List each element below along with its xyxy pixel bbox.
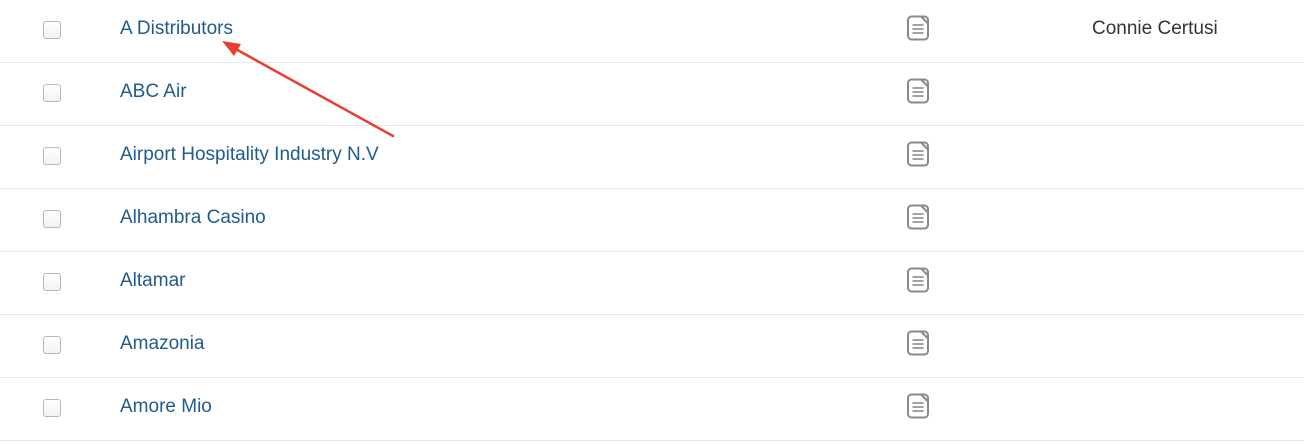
row-checkbox[interactable] bbox=[43, 210, 61, 228]
table-row: Amore Mio bbox=[0, 378, 1304, 441]
document-icon[interactable] bbox=[906, 267, 930, 293]
table-row: Airport Hospitality Industry N.V bbox=[0, 126, 1304, 189]
document-icon[interactable] bbox=[906, 141, 930, 167]
account-name-link[interactable]: Amore Mio bbox=[120, 395, 212, 419]
row-checkbox[interactable] bbox=[43, 336, 61, 354]
document-icon[interactable] bbox=[906, 15, 930, 41]
table-row: Amazonia bbox=[0, 315, 1304, 378]
table-row: A Distributors Connie Certusi bbox=[0, 0, 1304, 63]
table-row: Alhambra Casino bbox=[0, 189, 1304, 252]
table-row: ABC Air bbox=[0, 63, 1304, 126]
account-name-link[interactable]: A Distributors bbox=[120, 17, 233, 41]
document-icon[interactable] bbox=[906, 393, 930, 419]
account-name-link[interactable]: Alhambra Casino bbox=[120, 206, 266, 230]
row-checkbox[interactable] bbox=[43, 147, 61, 165]
row-checkbox[interactable] bbox=[43, 273, 61, 291]
owner-name: Connie Certusi bbox=[1092, 18, 1218, 39]
table-row: Altamar bbox=[0, 252, 1304, 315]
document-icon[interactable] bbox=[906, 78, 930, 104]
document-icon[interactable] bbox=[906, 330, 930, 356]
accounts-list: A Distributors Connie Certusi ABC Air Ai… bbox=[0, 0, 1304, 441]
account-name-link[interactable]: Airport Hospitality Industry N.V bbox=[120, 143, 379, 167]
account-name-link[interactable]: Amazonia bbox=[120, 332, 205, 356]
row-checkbox[interactable] bbox=[43, 84, 61, 102]
account-name-link[interactable]: ABC Air bbox=[120, 80, 187, 104]
row-checkbox[interactable] bbox=[43, 399, 61, 417]
account-name-link[interactable]: Altamar bbox=[120, 269, 185, 293]
row-checkbox[interactable] bbox=[43, 21, 61, 39]
document-icon[interactable] bbox=[906, 204, 930, 230]
